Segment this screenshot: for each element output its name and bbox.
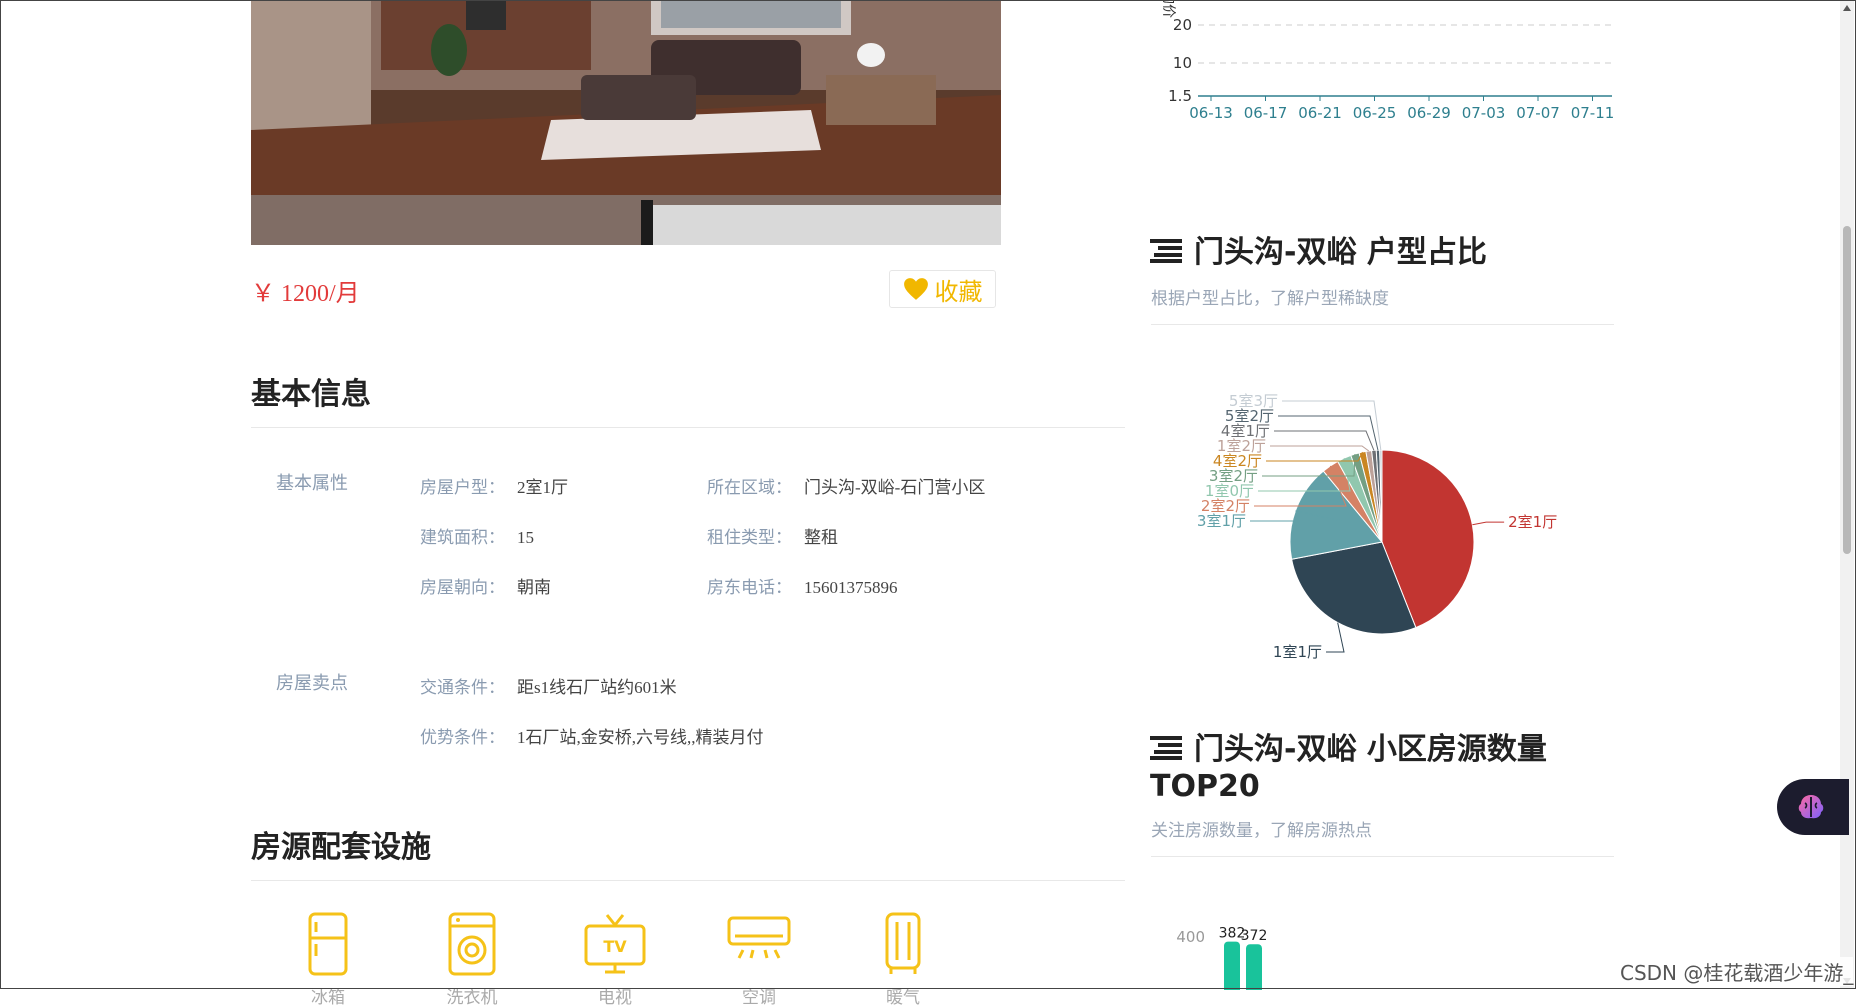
attr-value: 门头沟-双峪-石门营小区: [804, 478, 986, 497]
pie-label-line: [1282, 400, 1382, 451]
facility-item: TV 电视: [570, 912, 660, 1008]
facility-item: 冰箱: [283, 912, 373, 1008]
attr-row: 所在区域： 门头沟-双峪-石门营小区: [707, 473, 985, 498]
attr-value: 1石厂站,金安桥,六号线,,精装月付: [517, 728, 764, 747]
y-tick-label: 400: [1176, 928, 1205, 946]
y-tick-label: 1.5: [1168, 87, 1192, 105]
attr-key: 交通条件：: [420, 678, 505, 698]
list-icon: [1150, 236, 1182, 272]
attr-row: 租住类型： 整租: [707, 523, 838, 548]
top20-panel-title: 门头沟-双峪 小区房源数量 TOP20: [1150, 732, 1547, 804]
bar: [1246, 944, 1262, 990]
attr-value: 2室1厅: [517, 478, 568, 497]
pie-label: 2室1厅: [1508, 513, 1557, 531]
x-tick-label: 06-17: [1244, 104, 1288, 122]
attr-value: 15601375896: [804, 578, 898, 597]
layout-pie-chart: 2室1厅1室1厅3室1厅2室2厅1室0厅3室2厅4室2厅1室2厅4室1厅5室2厅…: [1197, 392, 1557, 660]
vertical-scrollbar[interactable]: [1840, 0, 1854, 989]
attr-value: 整租: [804, 528, 838, 547]
attr-key: 优势条件：: [420, 728, 505, 748]
favorite-label: 收藏: [934, 277, 983, 306]
favorite-button[interactable]: 收藏: [889, 270, 996, 308]
facility-label: 暖气: [886, 988, 920, 1008]
pie-label-line: [1274, 430, 1375, 451]
fridge-icon: [308, 912, 348, 976]
facility-label: 冰箱: [311, 988, 345, 1008]
tv-icon: TV: [584, 914, 646, 974]
list-icon: [1150, 733, 1182, 769]
listing-photo: [251, 0, 1001, 245]
attr-group-label: 房屋卖点: [276, 673, 348, 694]
heater-icon: [885, 912, 921, 974]
scroll-up-icon[interactable]: [1840, 2, 1854, 14]
divider: [251, 427, 1125, 428]
x-tick-label: 06-29: [1407, 104, 1451, 122]
x-tick-label: 06-25: [1353, 104, 1397, 122]
washing-machine-icon: [448, 912, 496, 976]
attr-value: 15: [517, 528, 534, 547]
attr-value: 距s1线石厂站约601米: [517, 678, 677, 697]
divider: [1151, 324, 1614, 325]
pie-label-line: [1278, 415, 1379, 451]
attr-row: 建筑面积： 15: [420, 523, 534, 548]
top20-bar-chart: 400 382372: [1176, 926, 1268, 990]
attr-group-label: 基本属性: [276, 473, 348, 494]
attr-row: 房屋户型： 2室1厅: [420, 473, 568, 498]
facility-label: 电视: [598, 988, 632, 1008]
divider: [1151, 856, 1614, 857]
x-tick-label: 07-07: [1516, 104, 1560, 122]
x-tick-label: 07-03: [1462, 104, 1506, 122]
attr-key: 房东电话：: [707, 578, 792, 598]
facility-label: 空调: [742, 988, 776, 1008]
x-tick-label: 07-11: [1571, 104, 1615, 122]
csdn-watermark: CSDN @桂花载酒少年游_: [1620, 957, 1854, 986]
bar-value-label: 372: [1241, 928, 1268, 944]
x-tick-label: 06-21: [1298, 104, 1342, 122]
scroll-thumb[interactable]: [1843, 226, 1851, 554]
rent-price: ￥ 1200/月: [251, 281, 360, 307]
attr-row: 房东电话： 15601375896: [707, 573, 898, 598]
y-tick-label: 10: [1173, 54, 1192, 72]
layout-panel-title: 门头沟-双峪 户型占比: [1150, 235, 1487, 272]
price-trend-chart: 均价 20 10 1.5 06-13 06-17 06-21 06-25 06-29 07…: [1160, 0, 1615, 122]
basic-info-title: 基本信息: [251, 377, 371, 412]
attr-value: 朝南: [517, 578, 551, 597]
layout-panel-subtitle: 根据户型占比，了解户型稀缺度: [1151, 289, 1389, 309]
facility-item: 暖气: [858, 912, 948, 1008]
pie-label: 5室3厅: [1229, 392, 1278, 410]
y-tick-label: 20: [1173, 16, 1192, 34]
facility-label: 洗衣机: [446, 988, 498, 1008]
attr-row: 优势条件： 1石厂站,金安桥,六号线,,精装月付: [420, 723, 764, 748]
brain-icon: [1798, 795, 1824, 819]
pie-label: 1室1厅: [1273, 643, 1322, 660]
facility-item: 空调: [714, 912, 804, 1008]
heart-icon: [903, 278, 928, 300]
attr-key: 建筑面积：: [420, 528, 505, 548]
assistant-button[interactable]: [1777, 779, 1849, 835]
divider: [251, 880, 1125, 881]
attr-key: 租住类型：: [707, 528, 792, 548]
attr-key: 房屋户型：: [420, 478, 505, 498]
air-conditioner-icon: [727, 916, 791, 959]
attr-row: 交通条件： 距s1线石厂站约601米: [420, 673, 677, 698]
facilities-title: 房源配套设施: [251, 830, 431, 865]
svg-text:TV: TV: [603, 937, 627, 956]
facility-item: 洗衣机: [427, 912, 517, 1008]
attr-row: 房屋朝向： 朝南: [420, 573, 551, 598]
attr-key: 房屋朝向：: [420, 578, 505, 598]
top20-panel-subtitle: 关注房源数量，了解房源热点: [1151, 821, 1372, 841]
attr-key: 所在区域：: [707, 478, 792, 498]
pie-label-line: [1326, 622, 1345, 653]
pie-label-line: [1270, 445, 1370, 452]
x-tick-label: 06-13: [1189, 104, 1233, 122]
pie-label-line: [1472, 521, 1505, 526]
bar: [1224, 941, 1240, 990]
